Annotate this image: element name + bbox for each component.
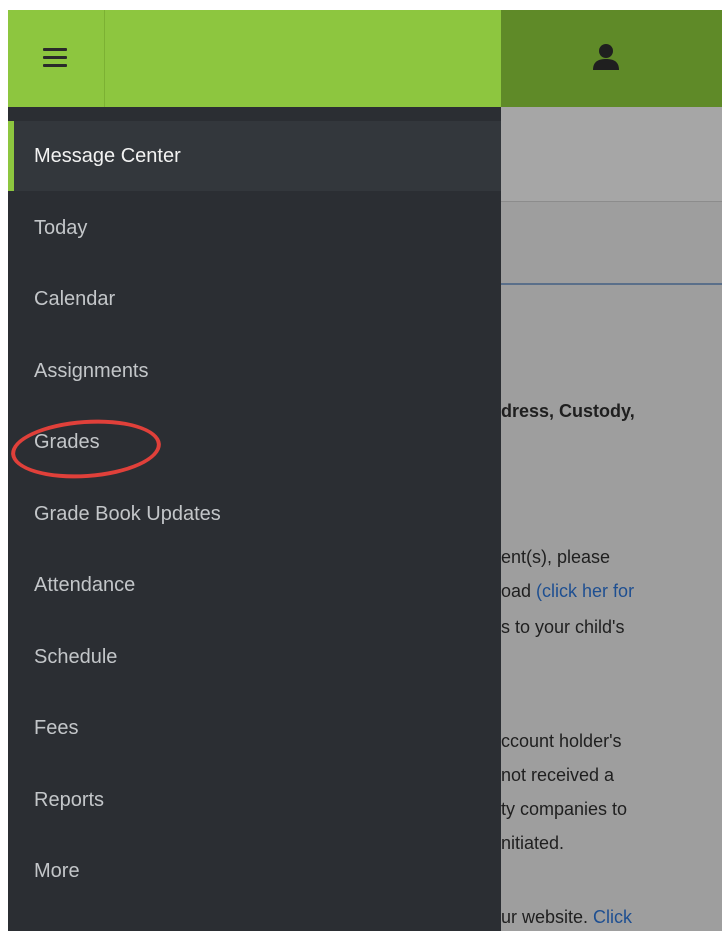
divider bbox=[501, 201, 722, 202]
tab-underline bbox=[501, 283, 722, 285]
app-frame: dress, Custody, ent(s), please oad (clic… bbox=[8, 10, 722, 931]
drawer-item-schedule[interactable]: Schedule bbox=[8, 622, 501, 692]
drawer-item-fees[interactable]: Fees bbox=[8, 693, 501, 763]
page-text-line: ccount holder's bbox=[501, 731, 622, 751]
drawer-item-attendance[interactable]: Attendance bbox=[8, 550, 501, 620]
drawer-item-message-center[interactable]: Message Center bbox=[8, 121, 501, 191]
top-bar bbox=[8, 10, 501, 107]
user-bar bbox=[501, 10, 722, 107]
page-text-line: ur website. Click bbox=[501, 907, 633, 927]
menu-button[interactable] bbox=[8, 10, 105, 107]
page-text-line: nitiated. bbox=[501, 833, 565, 853]
click-here-link[interactable]: (click her for bbox=[536, 581, 634, 601]
drawer-item-assignments[interactable]: Assignments bbox=[8, 336, 501, 406]
page-subheader bbox=[501, 107, 722, 201]
drawer-item-grade-book-updates[interactable]: Grade Book Updates bbox=[8, 479, 501, 549]
page-text-line: s to your child's bbox=[501, 617, 625, 637]
drawer-item-grades[interactable]: Grades bbox=[8, 407, 501, 477]
page-text-line: not received a bbox=[501, 765, 615, 785]
page-text-line: oad (click her for bbox=[501, 581, 635, 601]
navigation-drawer: Message Center Today Calendar Assignment… bbox=[8, 107, 501, 931]
drawer-item-calendar[interactable]: Calendar bbox=[8, 264, 501, 334]
page-text-line: ent(s), please bbox=[501, 547, 611, 567]
page-text-line: dress, Custody, bbox=[501, 401, 635, 421]
page-text-line: ty companies to bbox=[501, 799, 628, 819]
drawer-item-today[interactable]: Today bbox=[8, 193, 501, 263]
user-icon[interactable] bbox=[591, 42, 621, 72]
click-link[interactable]: Click bbox=[593, 907, 632, 927]
drawer-item-reports[interactable]: Reports bbox=[8, 765, 501, 835]
drawer-item-more[interactable]: More bbox=[8, 836, 501, 906]
